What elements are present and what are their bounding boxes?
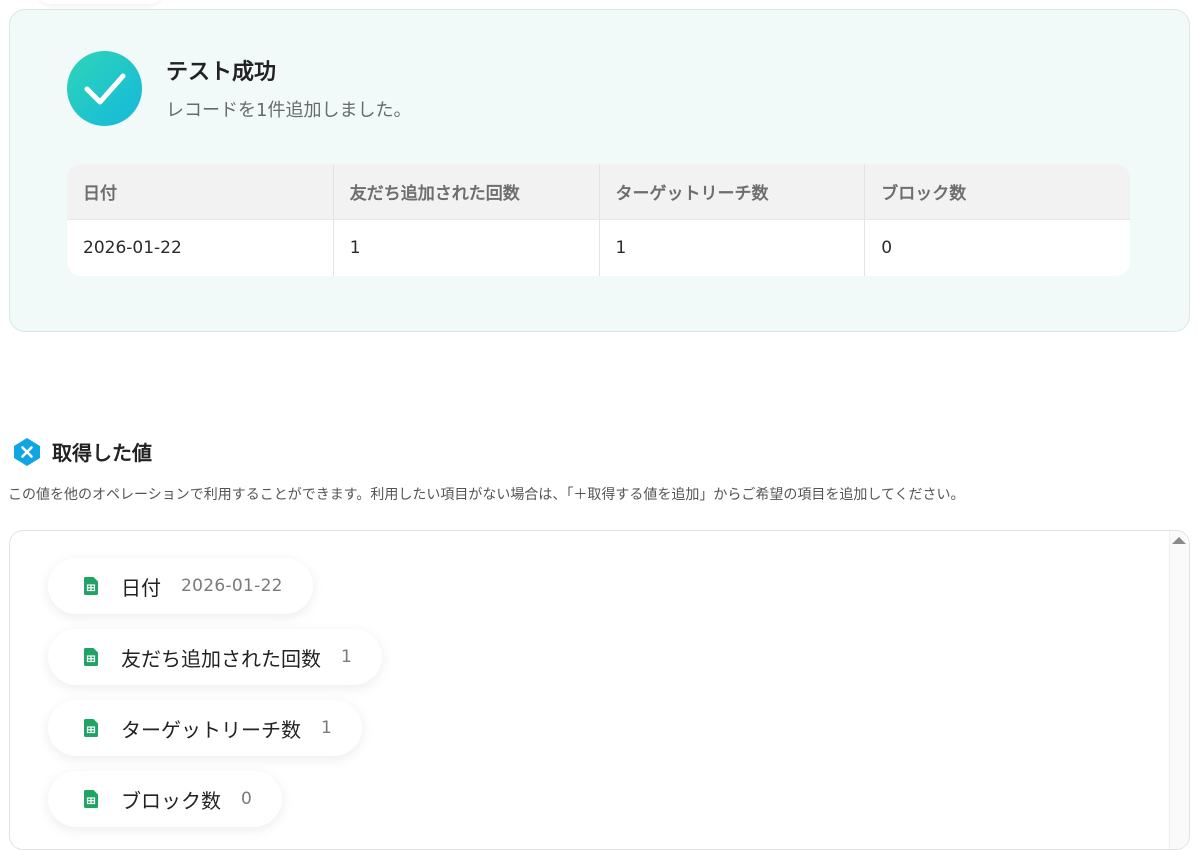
value-text: 2026-01-22 [181,576,283,596]
column-header: ターゲットリーチ数 [598,164,865,220]
value-text: 1 [341,647,353,667]
google-sheets-icon [84,577,98,595]
value-chip-friend-adds[interactable]: 友だち追加された回数 1 [48,629,383,685]
test-result-panel: テスト成功 レコードを1件追加しました。 日付 友だち追加された回数 ターゲット… [9,9,1190,332]
acquired-values-description: この値を他のオペレーションで利用することができます。利用したい項目がない場合は、… [8,487,965,503]
table-cell: 0 [864,220,1130,276]
table-cell: 2026-01-22 [83,238,182,258]
google-sheets-icon [84,790,98,808]
acquired-values-list[interactable]: 日付 2026-01-22 友だち追加された回数 1 ターゲットリーチ数 1 ブ… [9,530,1190,850]
google-sheets-icon [84,648,98,666]
table-header-row: 日付 友だち追加された回数 ターゲットリーチ数 ブロック数 [67,164,1130,220]
table-cell: 1 [332,220,599,276]
variable-icon [11,436,43,468]
column-header: ブロック数 [864,164,1130,220]
value-chip-target-reach[interactable]: ターゲットリーチ数 1 [48,700,363,756]
value-chip-blocks[interactable]: ブロック数 0 [48,771,283,827]
table-cell: 1 [598,220,865,276]
result-table: 日付 友だち追加された回数 ターゲットリーチ数 ブロック数 2026-01-22… [67,164,1130,276]
column-header: 友だち追加された回数 [332,164,599,220]
value-text: 0 [241,789,253,809]
value-label: ターゲットリーチ数 [121,717,301,742]
scroll-up-arrow-icon[interactable] [1172,537,1186,544]
table-row: 2026-01-22 1 1 0 [67,220,1130,276]
value-label: 日付 [121,575,161,600]
acquired-values-title: 取得した値 [52,441,152,465]
value-text: 1 [321,718,333,738]
result-subtitle: レコードを1件追加しました。 [166,100,412,121]
value-label: 友だち追加された回数 [121,646,321,671]
value-chip-date[interactable]: 日付 2026-01-22 [48,558,313,614]
result-title: テスト成功 [166,60,277,85]
success-check-icon [67,51,142,126]
google-sheets-icon [84,719,98,737]
previous-element-edge [40,0,160,4]
value-label: ブロック数 [121,788,221,813]
scrollbar[interactable] [1169,531,1189,849]
column-header: 日付 [67,164,333,220]
